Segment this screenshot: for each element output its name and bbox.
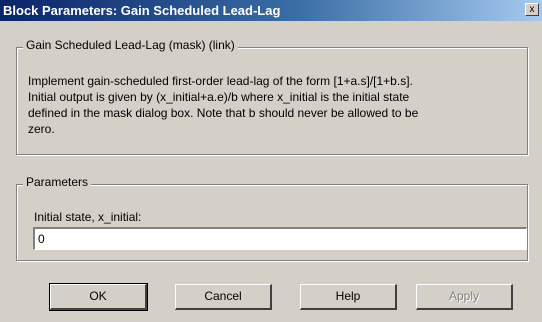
- title-bar[interactable]: Block Parameters: Gain Scheduled Lead-La…: [0, 0, 542, 21]
- parameters-group-legend: Parameters: [23, 175, 92, 189]
- apply-button[interactable]: Apply: [416, 284, 513, 310]
- description-line: defined in the mask dialog box. Note tha…: [28, 106, 419, 120]
- mask-group-legend: Gain Scheduled Lead-Lag (mask) (link): [23, 38, 238, 52]
- mask-description: Implement gain-scheduled first-order lea…: [28, 73, 524, 137]
- description-line: Implement gain-scheduled first-order lea…: [28, 74, 413, 88]
- close-icon: x: [529, 4, 535, 15]
- cancel-button[interactable]: Cancel: [175, 284, 272, 310]
- initial-state-label: Initial state, x_initial:: [34, 210, 142, 224]
- ok-button[interactable]: OK: [49, 283, 148, 311]
- help-button[interactable]: Help: [300, 284, 397, 310]
- close-button[interactable]: x: [525, 3, 539, 16]
- description-line: Initial output is given by (x_initial+a.…: [28, 90, 410, 104]
- initial-state-input[interactable]: 0: [33, 227, 527, 250]
- window-title: Block Parameters: Gain Scheduled Lead-La…: [3, 3, 281, 18]
- description-line: zero.: [28, 122, 55, 136]
